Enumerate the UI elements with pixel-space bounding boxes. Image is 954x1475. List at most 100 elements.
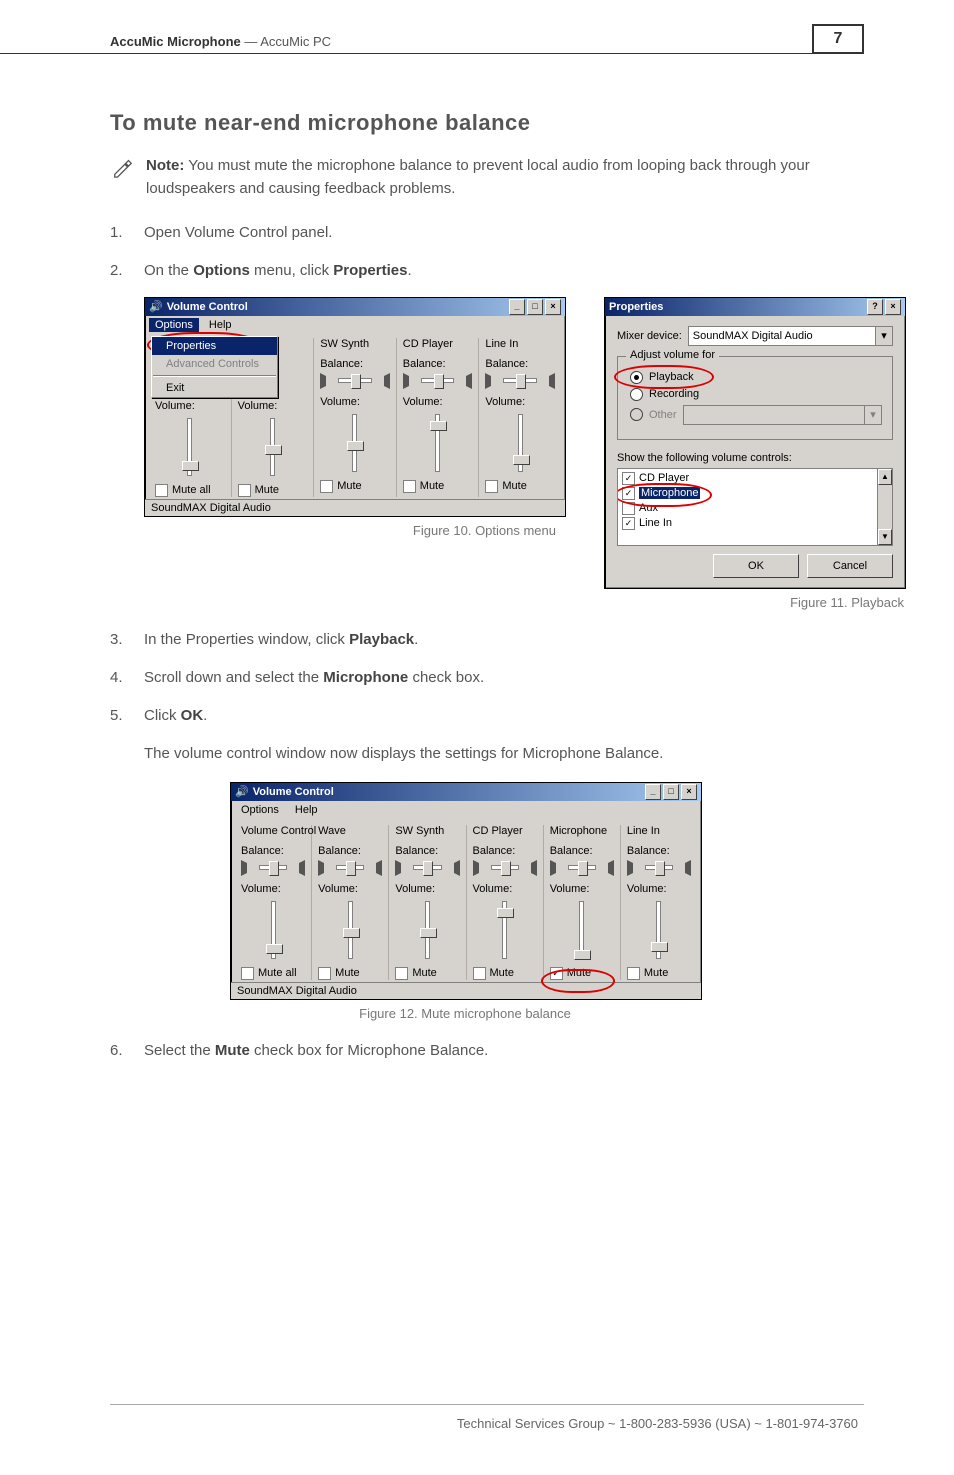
mute-checkbox[interactable]: ✓ bbox=[550, 967, 563, 980]
menu-help[interactable]: Help bbox=[289, 803, 324, 817]
mute-checkbox-3[interactable] bbox=[403, 480, 416, 493]
fig11-titlebar: Properties ? × bbox=[605, 298, 905, 316]
check-linein[interactable]: ✓ bbox=[622, 517, 635, 530]
group-label: Adjust volume for bbox=[626, 349, 719, 361]
mute-checkbox[interactable] bbox=[395, 967, 408, 980]
mute-checkbox[interactable] bbox=[241, 967, 254, 980]
check-cdplayer[interactable]: ✓ bbox=[622, 472, 635, 485]
volume-controls-list[interactable]: ✓CD Player ✓Microphone Aux ✓Line In ▲ ▼ bbox=[617, 468, 893, 546]
cancel-button[interactable]: Cancel bbox=[807, 554, 893, 578]
mute-label: Mute all bbox=[258, 967, 297, 979]
step-4-prefix: Scroll down and select the bbox=[144, 669, 323, 686]
radio-other-row: Other ▾ bbox=[630, 405, 882, 425]
close-button[interactable]: × bbox=[681, 784, 697, 800]
close-button[interactable]: × bbox=[885, 299, 901, 315]
mute-all-label: Mute all bbox=[172, 484, 211, 496]
mute-checkbox-1[interactable] bbox=[238, 484, 251, 497]
vol-label: Volume: bbox=[473, 883, 537, 895]
menu-options[interactable]: Options bbox=[149, 318, 199, 332]
fig12-status: SoundMAX Digital Audio bbox=[231, 982, 701, 999]
vol-slider[interactable] bbox=[348, 901, 353, 959]
bal-slider[interactable] bbox=[491, 865, 519, 870]
list-scrollbar[interactable]: ▲ ▼ bbox=[877, 469, 892, 545]
speaker-left-icon bbox=[473, 860, 489, 876]
vol-label: Volume: bbox=[318, 883, 382, 895]
vol-slider[interactable] bbox=[579, 901, 584, 959]
menu-options[interactable]: Options bbox=[235, 803, 285, 817]
vol-slider-1[interactable] bbox=[270, 418, 275, 476]
radio-recording[interactable] bbox=[630, 388, 643, 401]
fig12-menubar: Options Help bbox=[231, 801, 701, 819]
mute-label: Mute bbox=[412, 967, 436, 979]
check-aux[interactable] bbox=[622, 502, 635, 515]
close-button[interactable]: × bbox=[545, 299, 561, 315]
minimize-button[interactable]: _ bbox=[645, 784, 661, 800]
vol-label-3: Volume: bbox=[403, 396, 473, 408]
step-5-prefix: Click bbox=[144, 707, 181, 724]
speaker-left-icon bbox=[241, 860, 257, 876]
bal-slider-2[interactable] bbox=[338, 378, 372, 383]
step-2-prefix: On the bbox=[144, 262, 193, 279]
mute-all-checkbox[interactable] bbox=[155, 484, 168, 497]
product-name-rest: — AccuMic PC bbox=[241, 34, 331, 49]
mixer-device-label: Mixer device: bbox=[617, 330, 682, 342]
vol-slider[interactable] bbox=[656, 901, 661, 959]
maximize-button[interactable]: □ bbox=[663, 784, 679, 800]
speaker-right-icon bbox=[675, 860, 691, 876]
step-4-b: Microphone bbox=[323, 669, 408, 686]
check-microphone[interactable]: ✓ bbox=[622, 487, 635, 500]
footer-rule bbox=[110, 1404, 864, 1405]
col-name-3: CD Player bbox=[403, 338, 473, 350]
vol-slider[interactable] bbox=[425, 901, 430, 959]
note-text: You must mute the microphone balance to … bbox=[146, 157, 810, 197]
speaker-right-icon bbox=[598, 860, 614, 876]
section-title: To mute near-end microphone balance bbox=[110, 110, 858, 136]
scroll-up-icon[interactable]: ▲ bbox=[878, 469, 892, 485]
dropdown-properties[interactable]: Properties bbox=[152, 337, 277, 355]
vol-slider[interactable] bbox=[502, 901, 507, 959]
menu-help[interactable]: Help bbox=[203, 318, 238, 332]
radio-other bbox=[630, 408, 643, 421]
col-name: Volume Control bbox=[241, 825, 305, 837]
mute-checkbox[interactable] bbox=[627, 967, 640, 980]
maximize-button[interactable]: □ bbox=[527, 299, 543, 315]
vol-slider-3[interactable] bbox=[435, 414, 440, 472]
bal-slider[interactable] bbox=[413, 865, 441, 870]
vol-slider-4[interactable] bbox=[518, 414, 523, 472]
page-number: 7 bbox=[834, 30, 843, 48]
radio-playback[interactable] bbox=[630, 371, 643, 384]
mixer-device-dropdown[interactable]: SoundMAX Digital Audio ▾ bbox=[688, 326, 893, 346]
step-1-num: 1. bbox=[110, 221, 128, 245]
bal-slider[interactable] bbox=[645, 865, 673, 870]
note-block: Note: You must mute the microphone balan… bbox=[110, 154, 858, 201]
vol-slider-2[interactable] bbox=[352, 414, 357, 472]
fig10-title: Volume Control bbox=[167, 301, 248, 313]
step-3-num: 3. bbox=[110, 628, 128, 652]
vol-slider[interactable] bbox=[271, 901, 276, 959]
bal-slider[interactable] bbox=[568, 865, 596, 870]
mute-checkbox[interactable] bbox=[473, 967, 486, 980]
fig12-mixer-col-4: MicrophoneBalance:Volume:✓Mute bbox=[544, 825, 621, 980]
vol-label: Volume: bbox=[241, 883, 305, 895]
bal-slider-3[interactable] bbox=[421, 378, 455, 383]
vol-label-4: Volume: bbox=[485, 396, 555, 408]
radio-playback-row[interactable]: Playback bbox=[630, 371, 882, 384]
page-number-box: 7 bbox=[812, 24, 864, 54]
dropdown-advanced[interactable]: Advanced Controls bbox=[152, 355, 277, 373]
vol-slider-0[interactable] bbox=[187, 418, 192, 476]
ok-button[interactable]: OK bbox=[713, 554, 799, 578]
page-header: AccuMic Microphone — AccuMic PC bbox=[0, 0, 864, 54]
radio-recording-row[interactable]: Recording bbox=[630, 388, 882, 401]
help-button[interactable]: ? bbox=[867, 299, 883, 315]
mute-checkbox-2[interactable] bbox=[320, 480, 333, 493]
bal-slider-4[interactable] bbox=[503, 378, 537, 383]
mute-checkbox[interactable] bbox=[318, 967, 331, 980]
bal-slider[interactable] bbox=[259, 865, 287, 870]
minimize-button[interactable]: _ bbox=[509, 299, 525, 315]
scroll-down-icon[interactable]: ▼ bbox=[878, 529, 892, 545]
bal-slider[interactable] bbox=[336, 865, 364, 870]
step-3-b: Playback bbox=[349, 631, 414, 648]
mute-checkbox-4[interactable] bbox=[485, 480, 498, 493]
dropdown-exit[interactable]: Exit bbox=[152, 379, 277, 397]
dropdown-caret-icon: ▾ bbox=[875, 327, 892, 345]
